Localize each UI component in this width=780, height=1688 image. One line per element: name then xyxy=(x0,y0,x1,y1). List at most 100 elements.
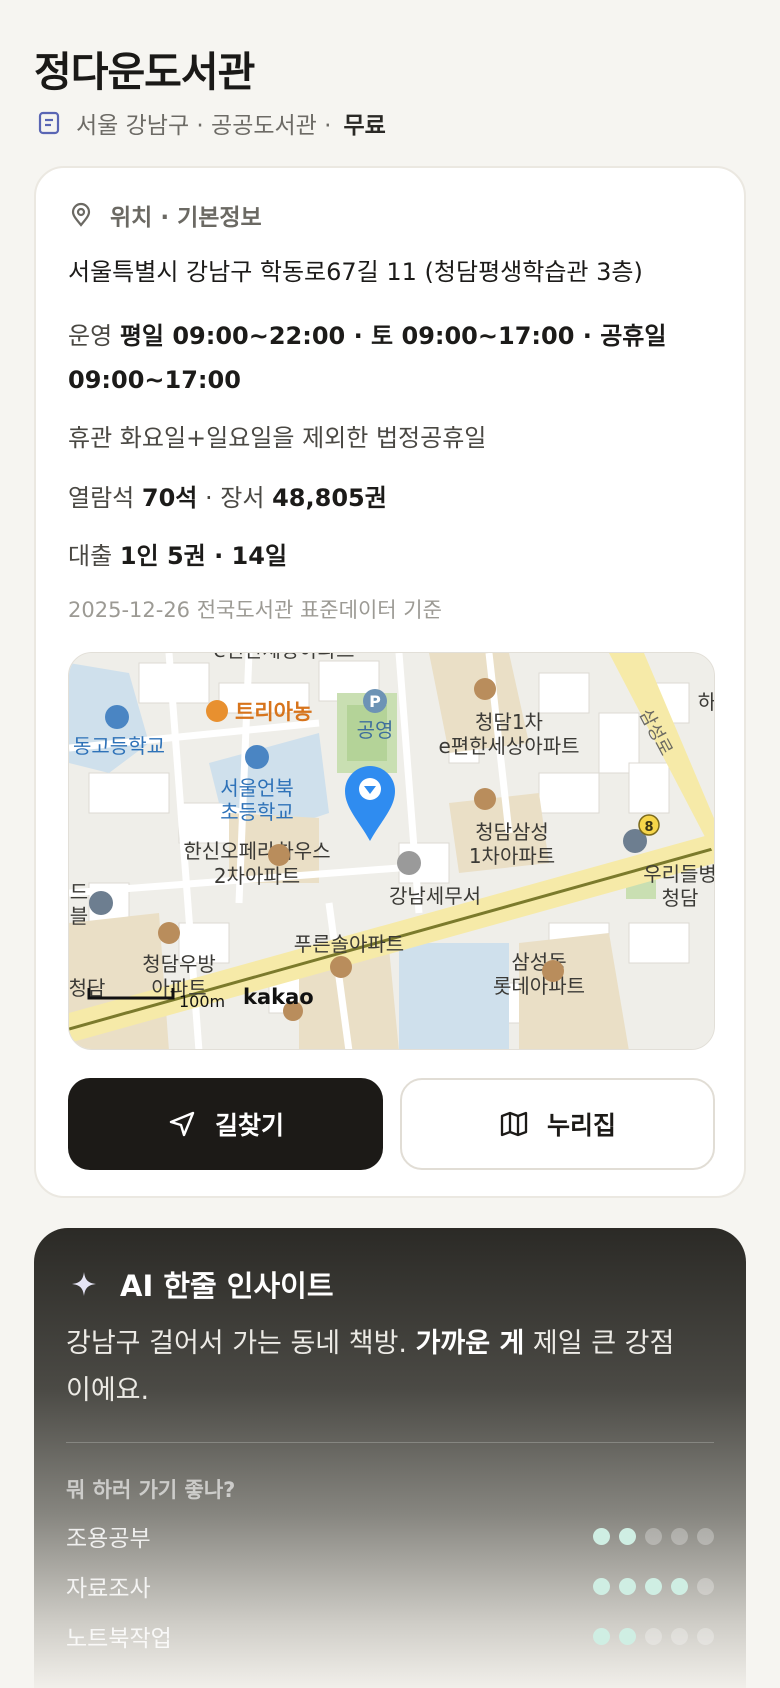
cafe-icon xyxy=(206,700,228,722)
government-icon xyxy=(397,851,421,875)
map-label: 청담우방 xyxy=(142,952,216,976)
school-icon xyxy=(245,745,269,769)
hours-label: 운영 xyxy=(68,322,113,350)
page-title: 정다운도서관 xyxy=(34,48,255,96)
map-label: 블 xyxy=(70,904,88,928)
rating-dot xyxy=(645,1527,662,1545)
map-label: 청담 xyxy=(69,976,105,1000)
rating-dot xyxy=(697,1627,714,1645)
map-pin-icon xyxy=(71,202,91,227)
location-map[interactable]: e편한세상아파트 청담1차 e편한세상아파트 한신오페라하우스 2차아파트 청담… xyxy=(68,652,715,1050)
seats-label: 열람석 xyxy=(68,484,135,512)
map-label: 강남세무서 xyxy=(389,884,481,908)
rating-dots xyxy=(593,1527,714,1545)
ai-insight-card: AI 한줄 인사이트 강남구 걸어서 가는 동네 책방. 가까운 게 제일 큰 … xyxy=(34,1228,746,1688)
map-label-school: 서울언북 xyxy=(220,776,294,800)
map-label: e편한세상아파트 xyxy=(438,734,579,758)
ai-text-a: 강남구 걸어서 가는 동네 책방. xyxy=(66,1328,416,1359)
map-label: 푸른솔아파트 xyxy=(294,932,404,956)
apartment-icon xyxy=(542,960,564,982)
loan-value: 1인 5권 · 14일 xyxy=(119,542,288,570)
rating-row: 노트북작업 xyxy=(66,1618,714,1654)
website-button[interactable]: 누리집 xyxy=(400,1078,715,1170)
use-case-question: 뭐 하러 가기 좋나? xyxy=(66,1478,236,1502)
books-value: 48,805권 xyxy=(272,484,387,512)
books-label: 장서 xyxy=(220,484,265,512)
music-icon xyxy=(89,891,113,915)
section-title: 위치 · 기본정보 xyxy=(110,205,262,231)
rating-dot xyxy=(697,1527,714,1545)
rating-dots xyxy=(593,1577,714,1595)
seats-books: 열람석 70석 · 장서 48,805권 xyxy=(68,476,720,520)
map-label-school: 초등학교 xyxy=(220,800,294,824)
map-canvas[interactable]: e편한세상아파트 청담1차 e편한세상아파트 한신오페라하우스 2차아파트 청담… xyxy=(69,653,715,1050)
rating-row: 조용공부 xyxy=(66,1518,714,1554)
address: 서울특별시 강남구 학동로67길 11 (청담평생학습관 3층) xyxy=(68,258,643,286)
fee-badge: 무료 xyxy=(343,113,386,139)
apartment-icon xyxy=(158,922,180,944)
map-label: 롯데아파트 xyxy=(493,974,585,998)
ai-header: AI 한줄 인사이트 xyxy=(70,1262,334,1306)
navigation-arrow-icon xyxy=(169,1111,195,1137)
rating-dot xyxy=(619,1627,636,1645)
map-label-parking: 공영 xyxy=(357,718,394,742)
map-label: 드 xyxy=(70,880,88,904)
map-label: 한신오페라하우스 xyxy=(183,839,330,863)
meta-text: 서울 강남구 · 공공도서관 · xyxy=(76,113,332,139)
parking-letter: P xyxy=(369,692,381,711)
loan: 대출 1인 5권 · 14일 xyxy=(68,534,720,578)
rating-row: 자료조사 xyxy=(66,1568,714,1604)
rating-dot xyxy=(671,1527,688,1545)
rating-dot xyxy=(671,1627,688,1645)
document-icon xyxy=(38,111,60,135)
rating-dot xyxy=(697,1577,714,1595)
data-source: 2025-12-26 전국도서관 표준데이터 기준 xyxy=(68,598,442,622)
hours-value: 평일 09:00~22:00 · 토 09:00~17:00 · 공휴일 09:… xyxy=(68,322,667,394)
map-label: 청담1차 xyxy=(475,710,543,734)
ai-text-highlight: 가까운 게 xyxy=(415,1328,525,1359)
separator: · xyxy=(205,484,213,512)
library-meta: 서울 강남구 · 공공도서관 · 무료 xyxy=(36,105,386,141)
rating-dot xyxy=(671,1577,688,1595)
directions-label: 길찾기 xyxy=(214,1111,284,1140)
ai-summary: 강남구 걸어서 가는 동네 책방. 가까운 게 제일 큰 강점이에요. xyxy=(66,1320,686,1414)
rating-dot xyxy=(645,1577,662,1595)
map-label: 청담삼성 xyxy=(475,820,549,844)
map-brand-logo: kakao xyxy=(243,985,314,1009)
map-label: 우리들병 xyxy=(643,862,715,886)
closed-days: 휴관 화요일+일요일을 제외한 법정공휴일 xyxy=(68,424,487,452)
sparkle-icon xyxy=(72,1272,96,1296)
map-label-school: 동고등학교 xyxy=(73,734,165,758)
map-label: 1차아파트 xyxy=(469,844,555,868)
scale-label: 100m xyxy=(179,992,225,1011)
rating-label: 조용공부 xyxy=(66,1526,151,1552)
map-label: 2차아파트 xyxy=(214,864,300,888)
school-icon xyxy=(105,705,129,729)
section-header: 위치 · 기본정보 xyxy=(68,198,262,232)
bus-route-number: 8 xyxy=(644,820,653,835)
loan-label: 대출 xyxy=(68,542,113,570)
map-label: e편한세상아파트 xyxy=(213,653,354,662)
rating-dot xyxy=(619,1577,636,1595)
map-label-cafe: 트리아농 xyxy=(235,700,312,724)
map-icon xyxy=(500,1111,528,1137)
map-label: 하 xyxy=(698,690,715,714)
website-label: 누리집 xyxy=(546,1111,616,1140)
rating-dot xyxy=(593,1527,610,1545)
map-label: 청담 xyxy=(662,886,699,910)
rating-dot xyxy=(593,1627,610,1645)
divider xyxy=(66,1442,714,1443)
rating-dot xyxy=(593,1577,610,1595)
directions-button[interactable]: 길찾기 xyxy=(68,1078,383,1170)
rating-label: 노트북작업 xyxy=(66,1626,172,1652)
rating-dot xyxy=(645,1627,662,1645)
hours: 운영 평일 09:00~22:00 · 토 09:00~17:00 · 공휴일 … xyxy=(68,314,720,402)
ai-title: AI 한줄 인사이트 xyxy=(120,1269,334,1303)
info-card: 위치 · 기본정보 서울특별시 강남구 학동로67길 11 (청담평생학습관 3… xyxy=(34,166,746,1198)
apartment-icon xyxy=(330,956,352,978)
rating-dot xyxy=(619,1527,636,1545)
apartment-icon xyxy=(474,678,496,700)
seats-value: 70석 xyxy=(141,484,198,512)
rating-label: 자료조사 xyxy=(66,1576,151,1602)
rating-dots xyxy=(593,1627,714,1645)
